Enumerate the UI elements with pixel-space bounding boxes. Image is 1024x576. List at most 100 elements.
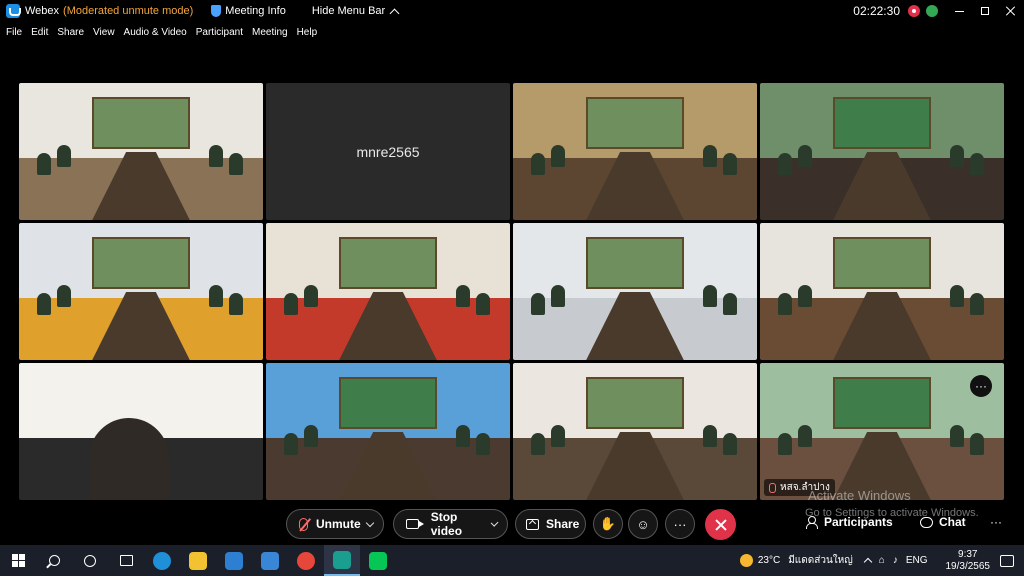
raise-hand-button[interactable]: ✋	[593, 509, 623, 539]
participant-figure	[723, 433, 737, 455]
notifications-icon[interactable]	[1000, 554, 1014, 567]
taskbar-date: 19/3/2565	[945, 560, 991, 572]
video-tile[interactable]	[513, 363, 757, 500]
weather-temp[interactable]: 23°C	[758, 555, 780, 566]
video-tile[interactable]: mnre2565	[266, 83, 510, 220]
taskbar: 23°C มีแดดส่วนใหญ่ ⌂ ♪ ENG 9:37 19/3/256…	[0, 545, 1024, 576]
system-tray: 23°C มีแดดส่วนใหญ่ ⌂ ♪ ENG 9:37 19/3/256…	[739, 545, 1024, 576]
video-grid: mnre2565 หสจ.ลำปาง ···	[19, 83, 1005, 500]
room-banner	[833, 376, 931, 429]
smiley-icon: ☺	[636, 516, 650, 532]
chevron-down-icon[interactable]	[365, 518, 374, 527]
menu-audio-video[interactable]: Audio & Video	[124, 27, 187, 38]
webex-icon	[333, 550, 351, 569]
menu-edit[interactable]: Edit	[31, 27, 48, 38]
hand-icon: ✋	[599, 516, 617, 531]
status-icon[interactable]	[926, 5, 938, 17]
participants-label: Participants	[824, 515, 893, 529]
stop-video-button[interactable]: Stop video	[393, 509, 508, 539]
video-tile[interactable]	[19, 223, 263, 360]
video-tile[interactable]	[760, 83, 1004, 220]
weather-icon[interactable]	[739, 554, 753, 567]
recording-icon[interactable]	[908, 5, 920, 17]
taskbar-app-edge[interactable]	[144, 545, 180, 576]
chevron-up-icon	[389, 8, 400, 18]
video-tile[interactable]	[266, 223, 510, 360]
network-icon[interactable]: ⌂	[879, 555, 885, 566]
language-indicator[interactable]: ENG	[906, 555, 928, 566]
taskbar-app-mail[interactable]	[252, 545, 288, 576]
menu-help[interactable]: Help	[297, 27, 318, 38]
participant-figure	[209, 285, 223, 307]
video-tile[interactable]	[513, 223, 757, 360]
participant-figure	[551, 425, 565, 447]
menu-meeting[interactable]: Meeting	[252, 27, 288, 38]
video-tile[interactable]	[19, 363, 263, 500]
tile-more-button[interactable]: ···	[970, 375, 992, 397]
weather-text[interactable]: มีแดดส่วนใหญ่	[788, 553, 853, 568]
hide-menu-bar-button[interactable]: Hide Menu Bar	[312, 5, 400, 18]
volume-icon[interactable]: ♪	[893, 555, 898, 566]
chat-button[interactable]: Chat	[920, 515, 966, 529]
share-button[interactable]: Share	[515, 509, 586, 539]
overflow-icon: ···	[990, 515, 1002, 529]
participants-button[interactable]: Participants	[806, 515, 893, 529]
participant-figure	[304, 285, 318, 307]
reactions-button[interactable]: ☺	[628, 509, 658, 539]
start-button[interactable]	[0, 545, 36, 576]
maximize-button[interactable]	[972, 0, 998, 22]
chevron-down-icon[interactable]	[490, 518, 499, 527]
cortana-icon	[84, 554, 96, 567]
participant-figure	[551, 145, 565, 167]
close-button[interactable]	[998, 0, 1024, 22]
search-button[interactable]	[36, 545, 72, 576]
taskbar-app-store[interactable]	[216, 545, 252, 576]
video-tile[interactable]	[19, 83, 263, 220]
camera-icon	[406, 519, 424, 529]
participant-figure	[531, 293, 545, 315]
participant-figure	[950, 425, 964, 447]
meeting-controls: Unmute Stop video Share ✋ ☺ ··· Particip…	[0, 503, 1024, 545]
close-icon	[1006, 6, 1016, 16]
more-icon: ···	[673, 516, 687, 532]
menu-participant[interactable]: Participant	[196, 27, 243, 38]
task-view-button[interactable]	[108, 545, 144, 576]
clock[interactable]: 9:37 19/3/2565	[946, 549, 991, 573]
show-hidden-icons-icon[interactable]	[863, 557, 873, 567]
video-tile[interactable]	[266, 363, 510, 500]
meeting-info-label: Meeting Info	[225, 5, 286, 17]
cortana-button[interactable]	[72, 545, 108, 576]
room-banner	[92, 236, 190, 289]
task-view-icon	[119, 555, 133, 566]
unmute-button[interactable]: Unmute	[286, 509, 384, 539]
menu-share[interactable]: Share	[57, 27, 84, 38]
meeting-info-button[interactable]: Meeting Info	[211, 5, 286, 17]
participant-figure	[778, 433, 792, 455]
video-tile[interactable]	[513, 83, 757, 220]
room-banner	[586, 236, 684, 289]
participant-figure	[476, 293, 490, 315]
participant-figure	[723, 293, 737, 315]
participant-figure	[778, 293, 792, 315]
video-tile[interactable]: หสจ.ลำปาง ···	[760, 363, 1004, 500]
participant-figure	[970, 433, 984, 455]
taskbar-app-line[interactable]	[360, 545, 396, 576]
taskbar-app-file-explorer[interactable]	[180, 545, 216, 576]
menu-file[interactable]: File	[6, 27, 22, 38]
taskbar-app-webex[interactable]	[324, 545, 360, 576]
share-label: Share	[546, 517, 580, 531]
participant-figure	[798, 145, 812, 167]
room-banner	[586, 376, 684, 429]
participant-figure	[456, 425, 470, 447]
edge-icon	[153, 551, 171, 570]
participant-figure	[970, 153, 984, 175]
taskbar-app-chrome[interactable]	[288, 545, 324, 576]
participant-figure	[798, 425, 812, 447]
more-options-button[interactable]: ···	[665, 509, 695, 539]
minimize-button[interactable]	[946, 0, 972, 22]
leave-meeting-button[interactable]	[705, 509, 736, 540]
menu-view[interactable]: View	[93, 27, 115, 38]
video-tile[interactable]	[760, 223, 1004, 360]
minimize-icon	[954, 10, 964, 12]
panel-overflow-button[interactable]: ···	[990, 515, 1002, 529]
